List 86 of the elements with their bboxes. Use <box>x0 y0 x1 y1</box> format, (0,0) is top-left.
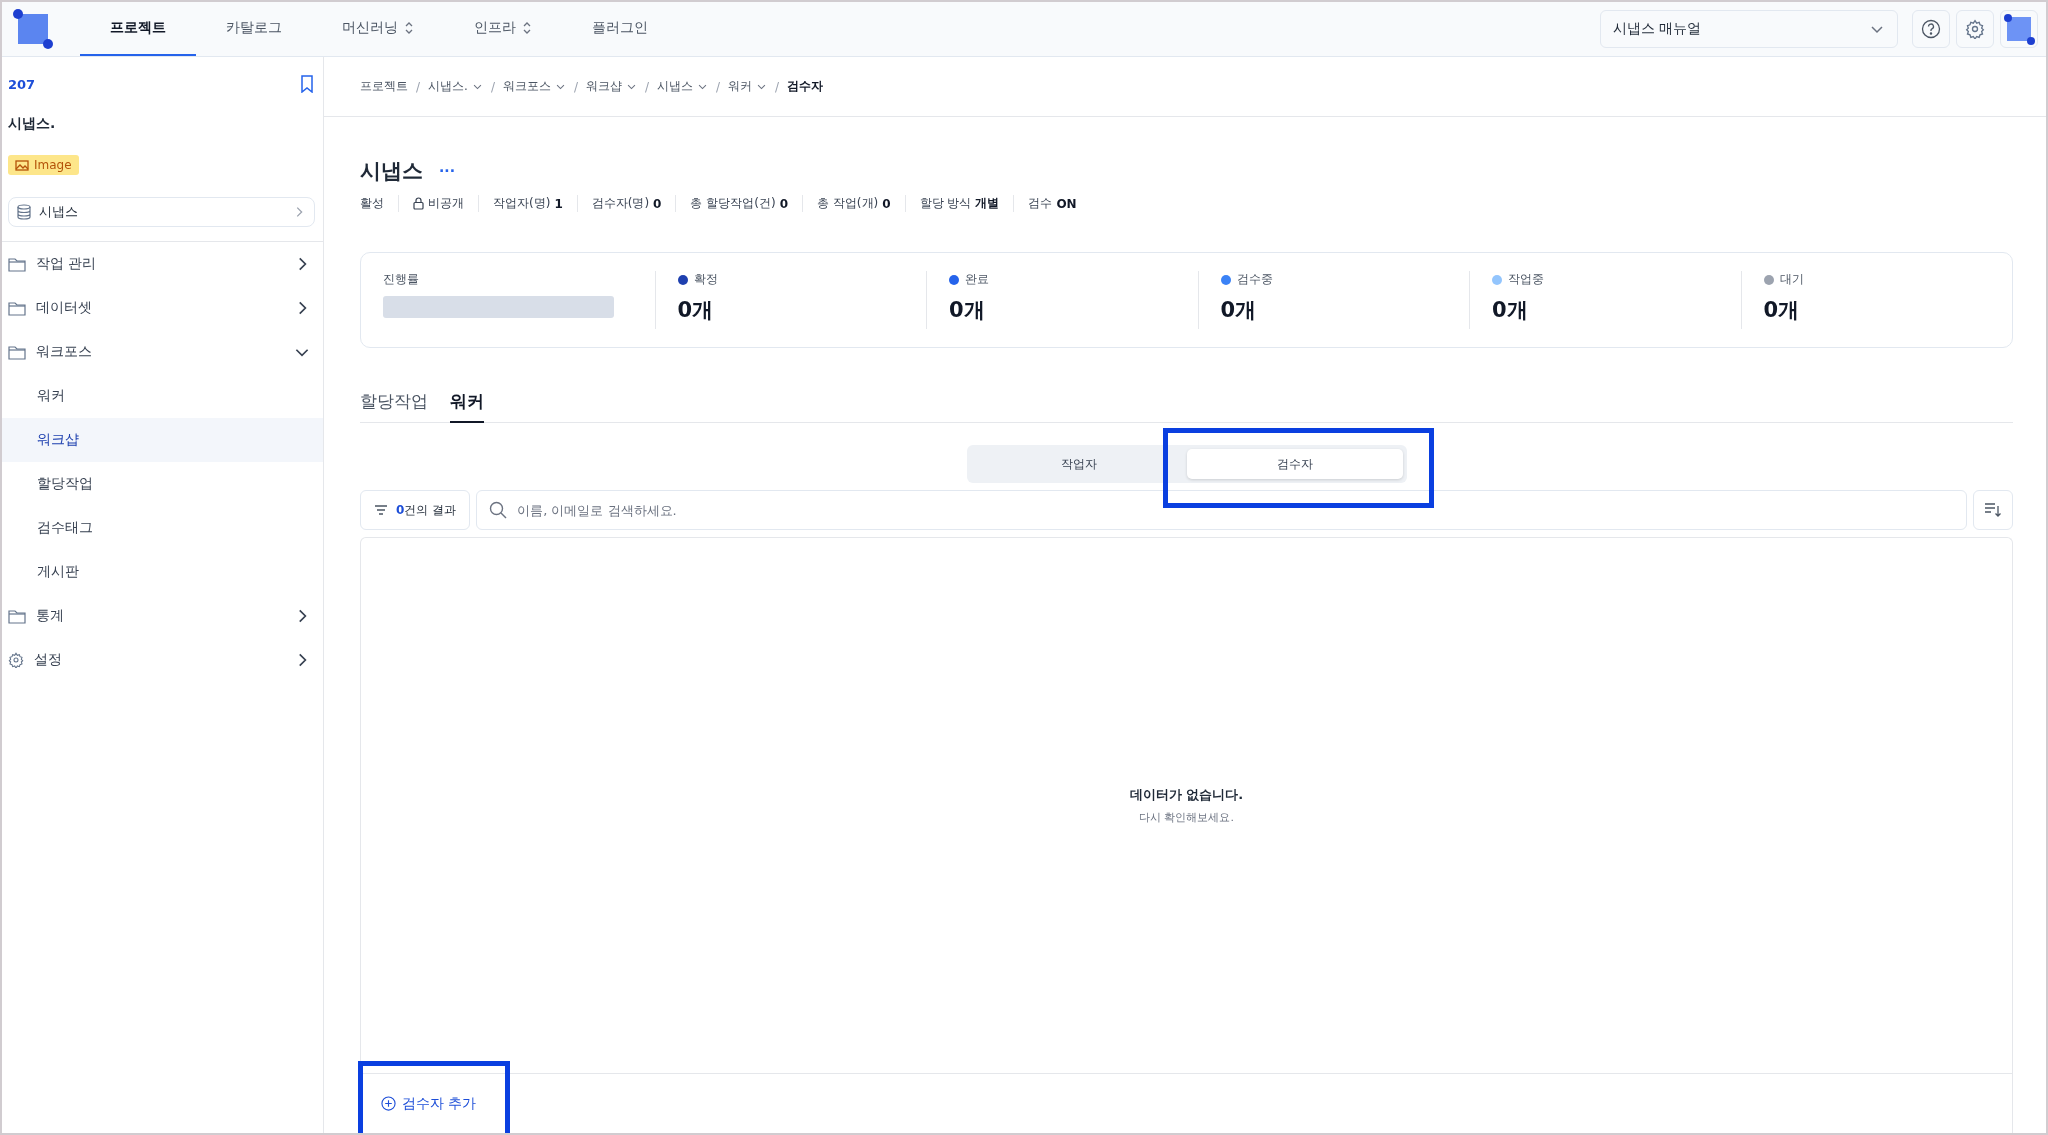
folder-icon <box>8 608 26 624</box>
folder-icon <box>8 344 26 360</box>
breadcrumb[interactable]: 시냅스 <box>657 78 708 95</box>
meta-item: 검수 ON <box>1013 195 1091 212</box>
image-icon <box>15 159 29 171</box>
sidebar-subitem[interactable]: 워크샵 <box>2 418 323 462</box>
more-button[interactable]: ··· <box>439 163 455 179</box>
sidebar-item[interactable]: 작업 관리 <box>2 242 323 286</box>
stat-value: 0개 <box>1492 297 1529 324</box>
dataset-link[interactable]: 시냅스 <box>8 197 315 227</box>
sidebar-subitem[interactable]: 할당작업 <box>2 462 323 506</box>
type-badge: Image <box>8 155 79 175</box>
nav-tab[interactable]: 프로젝트 <box>80 2 196 56</box>
settings-button[interactable] <box>1956 10 1994 48</box>
database-icon <box>17 204 31 220</box>
stat-label: 진행률 <box>383 271 420 288</box>
project-title: 시냅스 <box>360 158 423 185</box>
sidebar-subitem[interactable]: 워커 <box>2 374 323 418</box>
bookmark-icon[interactable] <box>299 75 315 93</box>
stat-label: 대기 <box>1779 271 1804 288</box>
segment[interactable]: 검수자 <box>1186 449 1403 479</box>
settings-icon <box>8 652 24 668</box>
filter-icon <box>374 505 388 515</box>
tab[interactable]: 워커 <box>450 390 484 423</box>
sort-icon <box>1984 502 2002 518</box>
square-logo-icon <box>2003 13 2035 45</box>
empty-hint: 다시 확인해보세요. <box>1139 810 1234 825</box>
sidebar-item[interactable]: 설정 <box>2 638 323 682</box>
plus-circle-icon <box>381 1096 396 1111</box>
stat-label: 작업중 <box>1508 271 1544 288</box>
meta-item: 할당 방식 개별 <box>904 195 1014 212</box>
breadcrumb[interactable]: 워크샵 <box>585 78 637 95</box>
avatar-button[interactable] <box>2000 10 2038 48</box>
breadcrumb-separator: / <box>490 79 495 94</box>
add-reviewer-button[interactable]: 검수자 추가 <box>381 1090 477 1117</box>
breadcrumb[interactable]: 프로젝트 <box>360 78 408 95</box>
tab[interactable]: 할당작업 <box>360 390 428 423</box>
stat-label: 검수중 <box>1236 271 1273 288</box>
filter-button[interactable]: 0건의 결과 <box>360 490 471 530</box>
breadcrumb-separator: / <box>716 79 721 94</box>
folder-icon <box>8 300 26 316</box>
stat-value: 0개 <box>949 297 986 324</box>
help-icon <box>1921 19 1941 39</box>
logo-icon[interactable] <box>12 8 54 50</box>
meta-item: 총 작업(개) 0 <box>802 195 905 212</box>
help-button[interactable] <box>1912 10 1950 48</box>
nav-tab[interactable]: 머신러닝 <box>312 2 444 56</box>
nav-tab[interactable]: 인프라 <box>444 2 562 56</box>
sidebar-subitem[interactable]: 검수태그 <box>2 506 323 550</box>
breadcrumb[interactable]: 검수자 <box>787 78 824 95</box>
search-icon <box>489 501 508 519</box>
project-id: 207 <box>8 76 36 92</box>
breadcrumb-separator: / <box>416 79 421 94</box>
meta-item: 검수자(명) 0 <box>576 195 676 212</box>
project-name: 시냅스. <box>8 115 57 133</box>
sidebar-item[interactable]: 통계 <box>2 594 323 638</box>
sidebar-item[interactable]: 데이터셋 <box>2 286 323 330</box>
manual-select[interactable]: 시냅스 매뉴얼 <box>1600 10 1898 48</box>
nav-tab[interactable]: 플러그인 <box>562 2 678 56</box>
stat-value: 0개 <box>677 297 715 324</box>
breadcrumb[interactable]: 시냅스. <box>428 78 483 95</box>
segment[interactable]: 작업자 <box>970 449 1187 479</box>
updown-icon <box>404 21 414 35</box>
nav-tab[interactable]: 카탈로그 <box>196 2 312 56</box>
empty-title: 데이터가 없습니다. <box>1129 786 1244 804</box>
folder-icon <box>8 256 26 272</box>
settings-icon <box>1965 19 1985 39</box>
updown-icon <box>522 21 532 35</box>
meta-item: 비공개 <box>398 195 478 212</box>
search-field[interactable]: 이름, 이메일로 검색하세요. <box>476 490 1967 530</box>
meta-item: 총 할당작업(건) 0 <box>675 195 802 212</box>
stat-value: 0개 <box>1763 297 1801 324</box>
stat-value: 0개 <box>1220 297 1258 324</box>
breadcrumb-separator: / <box>644 79 649 94</box>
lock-icon <box>413 197 424 210</box>
breadcrumb[interactable]: 워크포스 <box>502 78 566 95</box>
breadcrumb-separator: / <box>573 79 578 94</box>
breadcrumb-separator: / <box>775 79 780 94</box>
stat-label: 완료 <box>965 271 989 288</box>
sort-button[interactable] <box>1973 490 2013 530</box>
breadcrumb[interactable]: 워커 <box>728 78 768 95</box>
sidebar-subitem[interactable]: 게시판 <box>2 550 323 594</box>
meta-item: 활성 <box>360 195 385 212</box>
stat-label: 확정 <box>693 271 718 288</box>
meta-item: 작업자(명) 1 <box>478 195 577 212</box>
sidebar-item[interactable]: 워크포스 <box>2 330 323 374</box>
